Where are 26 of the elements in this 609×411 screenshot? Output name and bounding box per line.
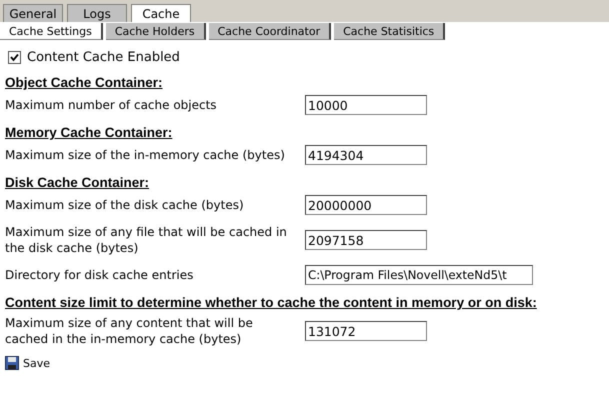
input-field[interactable]: 2097158: [305, 230, 427, 250]
input-field[interactable]: 131072: [305, 321, 427, 341]
section-heading: Memory Cache Container:: [5, 125, 172, 140]
sub-tab[interactable]: Cache Holders: [106, 23, 206, 40]
field-label: Directory for disk cache entries: [5, 267, 194, 283]
field-label: Maximum number of cache objects: [5, 97, 218, 113]
section-heading: Disk Cache Container:: [5, 175, 150, 190]
input-field[interactable]: 20000000: [305, 195, 427, 215]
section-heading: Content size limit to determine whether to cache the content in memory or on disk:: [5, 295, 537, 310]
sub-tab[interactable]: Cache Settings: [0, 23, 103, 40]
section-heading: Object Cache Container:: [5, 75, 163, 90]
checkbox-label: Content Cache Enabled: [27, 50, 180, 65]
field-label: Maximum size of any content that will be cached in the in-memory cache (bytes): [5, 315, 254, 347]
save-button[interactable]: Save: [5, 356, 50, 370]
tab[interactable]: General: [3, 4, 63, 22]
field-label: Maximum size of any file that will be cached in the disk cache (bytes): [5, 224, 288, 256]
input-field[interactable]: 10000: [305, 95, 427, 115]
input-field[interactable]: 4194304: [305, 145, 427, 165]
field-label: Maximum size of the disk cache (bytes): [5, 197, 245, 213]
checkbox[interactable]: [8, 51, 21, 64]
sub-tab[interactable]: Cache Coordinator: [208, 23, 332, 40]
tab[interactable]: Logs: [67, 4, 127, 22]
tab[interactable]: Cache: [131, 4, 191, 22]
input-field[interactable]: C:\Program Files\Novell\exteNd5\t: [305, 265, 533, 285]
sub-tab[interactable]: Cache Statisitics: [334, 23, 446, 40]
field-label: Maximum size of the in-memory cache (bytes): [5, 147, 286, 163]
